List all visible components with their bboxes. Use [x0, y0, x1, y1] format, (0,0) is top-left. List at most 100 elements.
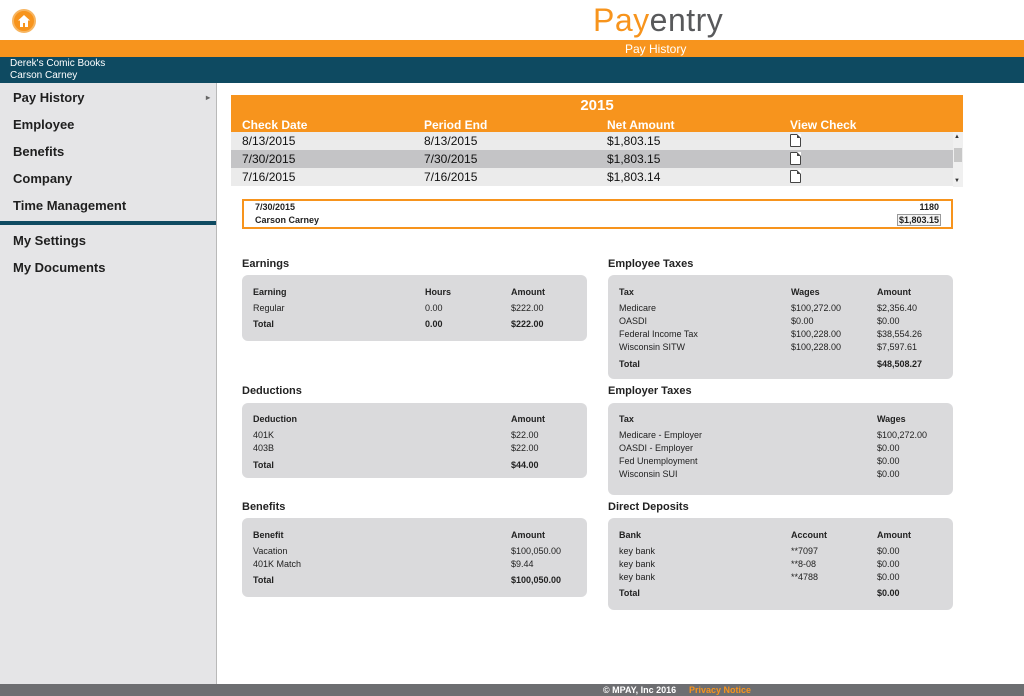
total-label: Total [253, 575, 274, 585]
benefit-name: 401K Match [253, 559, 302, 569]
column-header: Earning [253, 287, 287, 297]
total-label: Total [253, 460, 274, 470]
benefit-name: Vacation [253, 546, 288, 556]
total-label: Total [619, 588, 640, 598]
column-header: Wages [877, 414, 906, 424]
scrollbar-thumb[interactable] [954, 148, 962, 162]
tax-name: OASDI - Employer [619, 443, 694, 453]
pdf-icon[interactable] [790, 152, 801, 165]
deductions-card: Deduction Amount 401K $22.00 403B $22.00… [242, 403, 587, 478]
pay-table-header: 2015 Check Date Period End Net Amount Vi… [231, 95, 963, 132]
cell-net-amount: $1,803.15 [607, 152, 661, 166]
sidebar-item-label: My Documents [13, 260, 106, 275]
sidebar-item-pay-history[interactable]: Pay History ▸ [0, 84, 216, 111]
sidebar-divider [0, 221, 216, 225]
home-icon [18, 15, 30, 27]
column-header: Amount [877, 287, 911, 297]
column-header: Account [791, 530, 827, 540]
sidebar: Pay History ▸ Employee Benefits Company … [0, 83, 217, 684]
scroll-down-icon[interactable]: ▼ [954, 178, 960, 184]
sidebar-item-label: Employee [13, 117, 75, 132]
user-info-bar: Derek's Comic Books Carson Carney [0, 57, 1024, 83]
deductions-title: Deductions [242, 385, 302, 397]
sidebar-item-label: Benefits [13, 144, 65, 159]
sidebar-item-label: My Settings [13, 233, 86, 248]
total-label: Total [253, 319, 274, 329]
footer: © MPAY, Inc 2016 Privacy Notice [0, 684, 1024, 696]
cell-check-date: 8/13/2015 [242, 134, 296, 148]
sidebar-item-label: Pay History [13, 90, 85, 105]
logo-entry-text: entry [649, 2, 724, 38]
sidebar-item-my-documents[interactable]: My Documents [0, 254, 216, 281]
table-row[interactable]: 8/13/2015 8/13/2015 $1,803.15 [231, 132, 953, 150]
column-header-period-end[interactable]: Period End [424, 118, 487, 132]
tax-amount: $2,356.40 [877, 303, 918, 313]
column-header: Amount [511, 287, 545, 297]
tax-amount: $0.00 [877, 316, 900, 326]
deposit-account: **8-08 [791, 559, 817, 569]
earnings-card: Earning Hours Amount Regular 0.00 $222.0… [242, 275, 587, 341]
deposit-bank: key bank [619, 546, 656, 556]
deduction-name: 403B [253, 443, 275, 453]
column-header: Wages [791, 287, 820, 297]
summary-check-date: 7/30/2015 [255, 202, 296, 212]
sidebar-item-label: Company [13, 171, 73, 186]
cell-period-end: 7/16/2015 [424, 170, 478, 184]
page-title-bar: Pay History [0, 40, 1024, 57]
earning-name: Regular [253, 303, 285, 313]
sidebar-item-time-management[interactable]: Time Management [0, 192, 216, 219]
column-header: Benefit [253, 530, 284, 540]
column-header-view-check: View Check [790, 118, 857, 132]
pdf-icon[interactable] [790, 134, 801, 147]
total-amount: $44.00 [511, 460, 539, 470]
employer-taxes-card: Tax Wages Medicare - Employer $100,272.0… [608, 403, 953, 495]
deduction-name: 401K [253, 430, 275, 440]
deduction-amount: $22.00 [511, 443, 539, 453]
table-row[interactable]: 7/16/2015 7/16/2015 $1,803.14 [231, 168, 953, 186]
tax-wages: $0.00 [877, 469, 900, 479]
pdf-icon[interactable] [790, 170, 801, 183]
column-header-check-date[interactable]: Check Date [242, 118, 307, 132]
column-header: Amount [511, 414, 545, 424]
earning-amount: $222.00 [511, 303, 544, 313]
employee-taxes-card: Tax Wages Amount Medicare $100,272.00 $2… [608, 275, 953, 379]
column-header: Hours [425, 287, 452, 297]
earnings-title: Earnings [242, 258, 290, 270]
column-header-net-amount[interactable]: Net Amount [607, 118, 675, 132]
table-row[interactable]: 7/30/2015 7/30/2015 $1,803.15 [231, 150, 953, 168]
total-amount: $0.00 [877, 588, 900, 598]
cell-check-date: 7/16/2015 [242, 170, 296, 184]
tax-name: Wisconsin SUI [619, 469, 678, 479]
total-amount: $48,508.27 [877, 359, 923, 369]
tax-amount: $7,597.61 [877, 342, 918, 352]
cell-period-end: 8/13/2015 [424, 134, 478, 148]
direct-deposits-card: Bank Account Amount key bank **7097 $0.0… [608, 518, 953, 610]
total-hours: 0.00 [425, 319, 443, 329]
deposit-amount: $0.00 [877, 572, 900, 582]
total-amount: $222.00 [511, 319, 544, 329]
deposit-bank: key bank [619, 559, 656, 569]
payentry-logo: Payentry [593, 2, 723, 39]
summary-check-number: 1180 [919, 202, 939, 212]
benefits-title: Benefits [242, 501, 286, 513]
privacy-notice-link[interactable]: Privacy Notice [689, 685, 751, 695]
summary-employee-name: Carson Carney [255, 215, 320, 225]
total-amount: $100,050.00 [511, 575, 562, 585]
company-name: Derek's Comic Books [10, 58, 106, 69]
column-header: Deduction [253, 414, 297, 424]
tax-name: Wisconsin SITW [619, 342, 686, 352]
employee-taxes-title: Employee Taxes [608, 258, 694, 270]
sidebar-item-company[interactable]: Company [0, 165, 216, 192]
pay-table-scrollbar[interactable]: ▲ ▼ [953, 132, 963, 187]
tax-wages: $100,272.00 [877, 430, 928, 440]
tax-wages: $0.00 [877, 456, 900, 466]
column-header: Amount [511, 530, 545, 540]
column-header: Amount [877, 530, 911, 540]
scroll-up-icon[interactable]: ▲ [954, 134, 960, 140]
employee-name: Carson Carney [10, 70, 78, 81]
copyright-text: © MPAY, Inc 2016 [603, 685, 677, 695]
home-button[interactable] [12, 9, 36, 33]
sidebar-item-benefits[interactable]: Benefits [0, 138, 216, 165]
sidebar-item-employee[interactable]: Employee [0, 111, 216, 138]
sidebar-item-my-settings[interactable]: My Settings [0, 227, 216, 254]
